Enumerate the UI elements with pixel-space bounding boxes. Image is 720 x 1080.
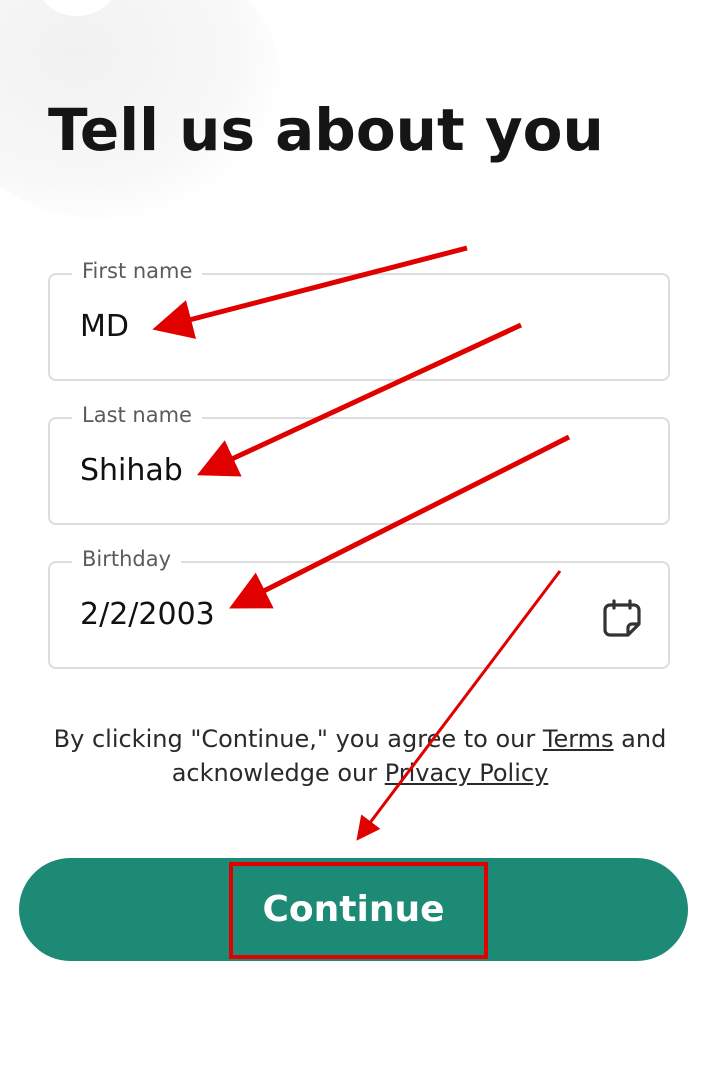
first-name-field[interactable]: First name MD <box>48 259 670 381</box>
last-name-label: Last name <box>72 403 202 427</box>
birthday-label: Birthday <box>72 547 182 571</box>
last-name-field[interactable]: Last name Shihab <box>48 403 670 525</box>
first-name-label: First name <box>72 259 203 283</box>
signup-profile-screen: Tell us about you First name MD Last nam… <box>0 0 720 1080</box>
legal-text-prefix: By clicking "Continue," you agree to our <box>53 725 543 753</box>
birthday-value[interactable]: 2/2/2003 <box>80 597 215 632</box>
birthday-field[interactable]: Birthday 2/2/2003 <box>48 547 670 669</box>
terms-link[interactable]: Terms <box>543 725 614 753</box>
last-name-value[interactable]: Shihab <box>80 453 183 488</box>
annotation-highlight-box <box>229 862 488 959</box>
legal-notice: By clicking "Continue," you agree to our… <box>0 722 720 790</box>
privacy-policy-link[interactable]: Privacy Policy <box>385 759 549 787</box>
first-name-value[interactable]: MD <box>80 309 129 344</box>
calendar-icon[interactable] <box>602 598 642 638</box>
page-title: Tell us about you <box>48 96 604 164</box>
